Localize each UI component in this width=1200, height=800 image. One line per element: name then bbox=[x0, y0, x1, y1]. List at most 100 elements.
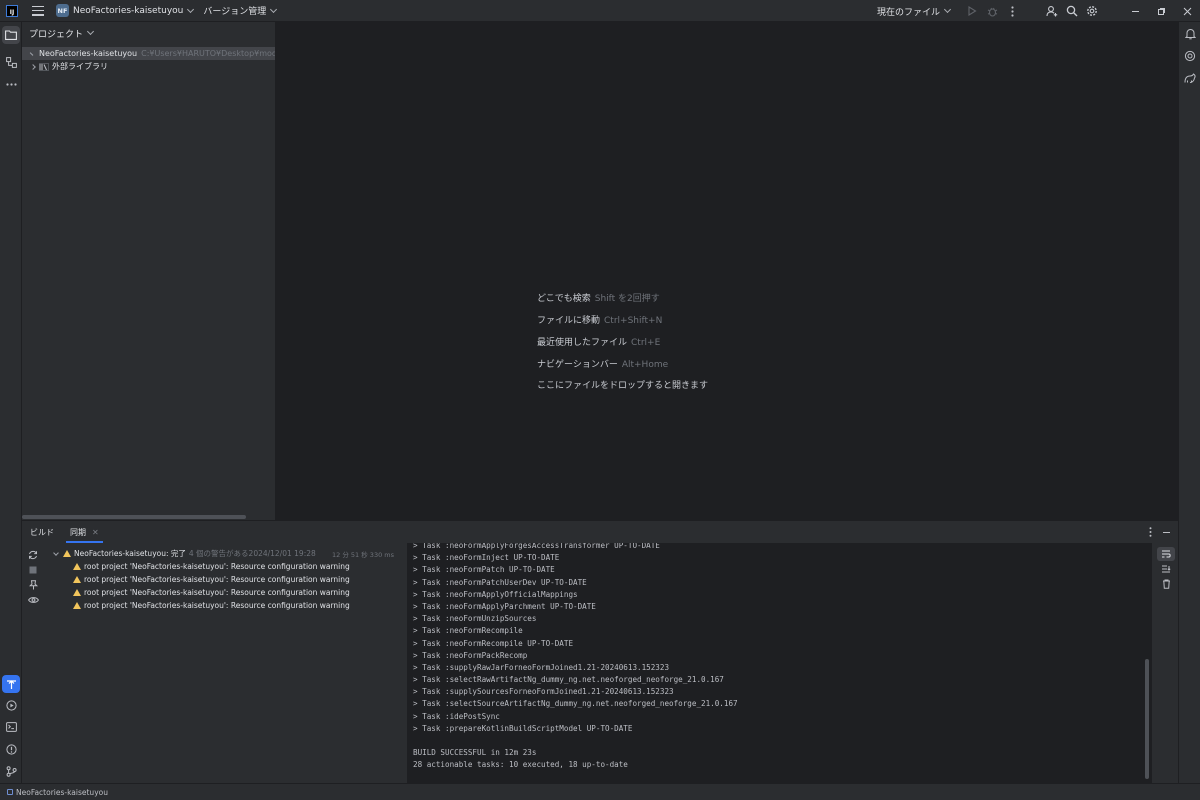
run-config-selector[interactable]: 現在のファイル bbox=[876, 5, 952, 18]
vcs-widget[interactable]: バージョン管理 bbox=[203, 4, 278, 17]
expand-arrow-icon[interactable] bbox=[29, 51, 34, 56]
left-tool-strip bbox=[0, 22, 22, 783]
console-scrollbar[interactable] bbox=[1145, 659, 1149, 779]
warning-icon bbox=[73, 589, 81, 596]
hint-shortcut: Ctrl+Shift+N bbox=[604, 316, 663, 326]
run-tool-icon[interactable] bbox=[2, 696, 20, 714]
stop-icon[interactable] bbox=[22, 563, 44, 577]
structure-tool-icon[interactable] bbox=[2, 53, 20, 71]
project-panel: プロジェクト NeoFactories-kaisetuyou C:¥Users¥… bbox=[22, 22, 276, 520]
run-icon[interactable] bbox=[962, 0, 982, 22]
console-line: > Task :neoFormUnzipSources bbox=[413, 614, 537, 624]
sync-tree: NeoFactories-kaisetuyou: 完了 4 個の警告がある202… bbox=[44, 547, 404, 612]
warning-text: root project 'NeoFactories-kaisetuyou': … bbox=[84, 562, 350, 571]
settings-gear-icon[interactable] bbox=[1082, 0, 1102, 22]
restore-window-icon[interactable] bbox=[1148, 0, 1174, 22]
build-tool-window: ビルド 同期 ✕ NeoFactories-kaisetuyou: 完了 4 個… bbox=[22, 520, 1178, 784]
clear-console-icon[interactable] bbox=[1155, 577, 1177, 591]
console-output: > Task :neoFormApplyForgesAccessTransfor… bbox=[413, 543, 738, 772]
console-line: > Task :neoFormPackRecomp bbox=[413, 650, 528, 660]
console-toolbar bbox=[1155, 543, 1177, 591]
hide-panel-icon[interactable] bbox=[1158, 521, 1174, 543]
build-console[interactable]: > Task :neoFormApplyForgesAccessTransfor… bbox=[407, 543, 1152, 784]
chevron-down-icon bbox=[943, 5, 952, 14]
chevron-down-icon bbox=[86, 27, 95, 36]
project-tool-icon[interactable] bbox=[2, 26, 20, 44]
console-line: > Task :neoFormApplyParchment UP-TO-DATE bbox=[413, 601, 596, 611]
warning-icon bbox=[73, 563, 81, 570]
tree-item-external-libraries[interactable]: 外部ライブラリ bbox=[22, 60, 275, 73]
tree-item-project-root[interactable]: NeoFactories-kaisetuyou C:¥Users¥HARUTO¥… bbox=[22, 47, 275, 60]
collapse-arrow-icon[interactable] bbox=[53, 549, 59, 556]
library-icon bbox=[39, 62, 49, 71]
pin-icon[interactable] bbox=[22, 578, 44, 592]
search-icon[interactable] bbox=[1062, 0, 1082, 22]
hint-recent-files: 最近使用したファイル Ctrl+E bbox=[537, 335, 660, 348]
editor-area: どこでも検索 Shift を2回押す ファイルに移動 Ctrl+Shift+N 最近… bbox=[277, 22, 1177, 520]
more-actions-icon[interactable] bbox=[1002, 0, 1022, 22]
warning-row[interactable]: root project 'NeoFactories-kaisetuyou': … bbox=[44, 573, 404, 586]
tab-sync[interactable]: 同期 ✕ bbox=[62, 521, 107, 543]
horizontal-scrollbar[interactable] bbox=[22, 515, 246, 519]
warning-row[interactable]: root project 'NeoFactories-kaisetuyou': … bbox=[44, 586, 404, 599]
console-line: > Task :neoFormApplyOfficialMappings bbox=[413, 589, 578, 599]
title-bar: IJ NF NeoFactories-kaisetuyou バージョン管理 現在… bbox=[0, 0, 1200, 22]
terminal-tool-icon[interactable] bbox=[2, 718, 20, 736]
right-tool-strip bbox=[1178, 22, 1200, 783]
title-bar-right: 現在のファイル bbox=[877, 0, 1200, 22]
console-line: > Task :neoFormPatch UP-TO-DATE bbox=[413, 565, 555, 575]
sync-root-row[interactable]: NeoFactories-kaisetuyou: 完了 4 個の警告がある202… bbox=[44, 547, 404, 560]
console-line: > Task :supplySourcesForneoFormJoined1.2… bbox=[413, 687, 674, 697]
gradle-build-tool-icon[interactable] bbox=[2, 675, 20, 693]
debug-icon[interactable] bbox=[982, 0, 1002, 22]
project-module-icon bbox=[7, 789, 13, 795]
close-tab-icon[interactable]: ✕ bbox=[92, 528, 99, 537]
tab-build[interactable]: ビルド bbox=[22, 521, 62, 543]
options-menu-icon[interactable] bbox=[1142, 521, 1158, 543]
status-project-name[interactable]: NeoFactories-kaisetuyou bbox=[16, 788, 108, 797]
hint-label: ここにファイルをドロップすると開きます bbox=[537, 381, 709, 391]
chevron-down-icon bbox=[270, 5, 278, 13]
expand-arrow-icon[interactable] bbox=[30, 63, 36, 70]
project-panel-header[interactable]: プロジェクト bbox=[22, 22, 275, 44]
title-bar-left: IJ NF NeoFactories-kaisetuyou バージョン管理 bbox=[0, 0, 278, 22]
run-config-label: 現在のファイル bbox=[876, 7, 940, 18]
sync-duration: 12 分 51 秒 330 ms bbox=[332, 550, 394, 559]
notifications-bell-icon[interactable] bbox=[1181, 25, 1199, 43]
project-badge[interactable]: NF bbox=[56, 4, 69, 17]
main-menu-icon[interactable] bbox=[32, 5, 44, 16]
build-tabs: ビルド 同期 ✕ bbox=[22, 521, 1178, 543]
problems-tool-icon[interactable] bbox=[2, 740, 20, 758]
hint-shortcut: Alt+Home bbox=[621, 360, 669, 370]
sync-root-title: NeoFactories-kaisetuyou: 完了 bbox=[74, 549, 186, 558]
hint-label: ナビゲーションバー bbox=[537, 360, 618, 370]
project-panel-title: プロジェクト bbox=[29, 29, 84, 40]
tab-label: ビルド bbox=[30, 527, 54, 537]
tree-item-path: C:¥Users¥HARUTO¥Desktop¥mod¥NeoFactories… bbox=[141, 49, 275, 58]
intellij-logo-icon: IJ bbox=[6, 4, 18, 17]
soft-wrap-icon[interactable] bbox=[1157, 547, 1175, 561]
more-tools-icon[interactable] bbox=[2, 75, 20, 93]
minimize-window-icon[interactable] bbox=[1122, 0, 1148, 22]
console-line: > Task :neoFormInject UP-TO-DATE bbox=[413, 553, 560, 563]
eye-icon[interactable] bbox=[22, 593, 44, 607]
hint-drop-files: ここにファイルをドロップすると開きます bbox=[537, 378, 708, 391]
add-user-icon[interactable] bbox=[1042, 0, 1062, 22]
ai-assistant-icon[interactable] bbox=[1181, 47, 1199, 65]
scroll-to-end-icon[interactable] bbox=[1155, 562, 1177, 576]
warning-row[interactable]: root project 'NeoFactories-kaisetuyou': … bbox=[44, 599, 404, 612]
sync-toolbar bbox=[22, 543, 44, 607]
console-line: > Task :neoFormApplyForgesAccessTransfor… bbox=[413, 543, 660, 550]
console-line: > Task :neoFormPatchUserDev UP-TO-DATE bbox=[413, 577, 587, 587]
resync-icon[interactable] bbox=[22, 548, 44, 562]
status-bar: NeoFactories-kaisetuyou bbox=[0, 783, 1200, 800]
gradle-elephant-icon[interactable] bbox=[1181, 69, 1199, 87]
project-selector[interactable]: NeoFactories-kaisetuyou bbox=[73, 6, 183, 16]
chevron-down-icon[interactable] bbox=[187, 5, 195, 13]
git-tool-icon[interactable] bbox=[2, 762, 20, 780]
close-window-icon[interactable] bbox=[1174, 0, 1200, 22]
console-line: > Task :neoFormRecompile UP-TO-DATE bbox=[413, 638, 574, 648]
hint-shortcut: Ctrl+E bbox=[631, 338, 661, 348]
tree-item-label: 外部ライブラリ bbox=[52, 62, 108, 71]
warning-row[interactable]: root project 'NeoFactories-kaisetuyou': … bbox=[44, 560, 404, 573]
